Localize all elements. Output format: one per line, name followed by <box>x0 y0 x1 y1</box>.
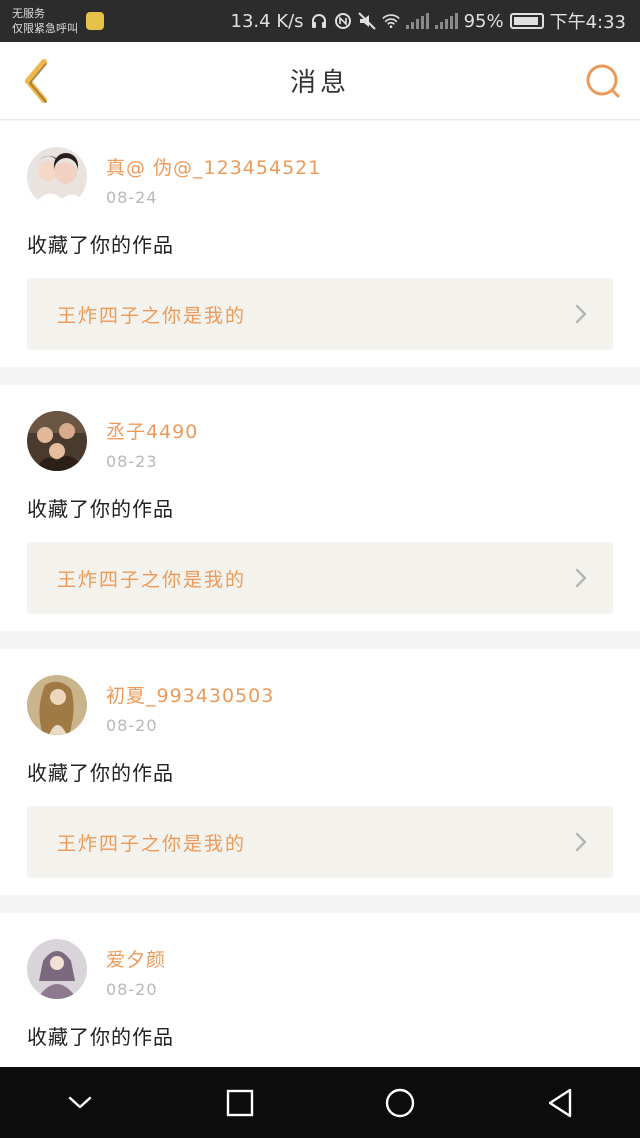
battery-icon <box>509 13 544 29</box>
avatar[interactable] <box>27 411 87 471</box>
work-title: 王炸四子之你是我的 <box>57 568 247 591</box>
message-header: 真@ 伪@_123454521 08-24 <box>27 147 613 207</box>
clock: 下午4:33 <box>549 12 626 33</box>
message-card: 爱夕颜 08-20 收藏了你的作品 <box>0 913 640 1067</box>
avatar[interactable] <box>27 147 87 207</box>
headphones-icon <box>310 12 328 30</box>
carrier-line-2: 仅限紧急呼叫 <box>12 22 78 35</box>
nfc-icon <box>334 12 352 30</box>
message-card: 丞子4490 08-23 收藏了你的作品 王炸四子之你是我的 <box>0 385 640 631</box>
username[interactable]: 真@ 伪@_123454521 <box>106 153 321 180</box>
username[interactable]: 丞子4490 <box>106 417 198 444</box>
status-bar: 无服务 仅限紧急呼叫 13.4 K/s 95% 下午4:33 <box>0 0 640 42</box>
recents-button[interactable] <box>210 1073 270 1133</box>
chevron-right-icon <box>575 304 587 324</box>
message-card: 初夏_993430503 08-20 收藏了你的作品 王炸四子之你是我的 <box>0 649 640 895</box>
chevron-right-icon <box>575 832 587 852</box>
back-icon <box>548 1088 572 1117</box>
search-button[interactable] <box>578 56 628 106</box>
message-date: 08-20 <box>106 980 158 999</box>
work-title: 王炸四子之你是我的 <box>57 832 247 855</box>
sim-icon <box>86 12 104 30</box>
username[interactable]: 初夏_993430503 <box>106 681 274 708</box>
home-icon <box>385 1088 415 1117</box>
home-button[interactable] <box>370 1073 430 1133</box>
status-right: 13.4 K/s 95% 下午4:33 <box>231 8 626 34</box>
screen: 无服务 仅限紧急呼叫 13.4 K/s 95% 下午4:33 消息 真@ 伪@_… <box>0 0 640 1138</box>
message-meta: 爱夕颜 08-20 <box>106 939 166 999</box>
status-left: 无服务 仅限紧急呼叫 <box>12 6 104 36</box>
system-nav-bar <box>0 1067 640 1138</box>
top-nav-bar: 消息 <box>0 42 640 120</box>
username[interactable]: 爱夕颜 <box>106 945 166 972</box>
message-header: 初夏_993430503 08-20 <box>27 675 613 735</box>
message-meta: 真@ 伪@_123454521 08-24 <box>106 147 321 207</box>
recents-icon <box>226 1089 254 1116</box>
collapse-button[interactable] <box>50 1073 110 1133</box>
carrier-info: 无服务 仅限紧急呼叫 <box>12 6 78 36</box>
message-card: 真@ 伪@_123454521 08-24 收藏了你的作品 王炸四子之你是我的 <box>0 121 640 367</box>
battery-percent: 95% <box>463 10 504 32</box>
chevron-right-icon <box>575 568 587 588</box>
network-speed: 13.4 K/s <box>230 10 304 32</box>
message-header: 丞子4490 08-23 <box>27 411 613 471</box>
message-date: 08-24 <box>106 188 158 207</box>
message-list[interactable]: 真@ 伪@_123454521 08-24 收藏了你的作品 王炸四子之你是我的 <box>0 121 640 1067</box>
signal-icon <box>405 13 429 29</box>
system-back-button[interactable] <box>530 1073 590 1133</box>
mute-icon <box>357 12 376 30</box>
avatar[interactable] <box>27 939 87 999</box>
wifi-icon <box>381 12 400 30</box>
message-date: 08-20 <box>106 716 158 735</box>
work-link[interactable]: 王炸四子之你是我的 <box>27 278 613 350</box>
avatar[interactable] <box>27 675 87 735</box>
message-date: 08-23 <box>106 452 158 471</box>
carrier-line-1: 无服务 <box>12 7 45 20</box>
page-title: 消息 <box>289 68 350 98</box>
work-link[interactable]: 王炸四子之你是我的 <box>27 542 613 614</box>
back-button[interactable] <box>12 56 62 106</box>
chevron-left-icon <box>25 59 47 103</box>
collapse-icon <box>68 1096 92 1108</box>
signal-icon <box>434 13 458 29</box>
message-header: 爱夕颜 08-20 <box>27 939 613 999</box>
action-text: 收藏了你的作品 <box>27 1025 174 1049</box>
message-meta: 初夏_993430503 08-20 <box>106 675 274 735</box>
search-icon <box>586 64 620 98</box>
work-title: 王炸四子之你是我的 <box>57 304 247 327</box>
action-text: 收藏了你的作品 <box>27 761 174 785</box>
action-text: 收藏了你的作品 <box>27 497 174 521</box>
message-meta: 丞子4490 08-23 <box>106 411 198 471</box>
action-text: 收藏了你的作品 <box>27 233 174 257</box>
work-link[interactable]: 王炸四子之你是我的 <box>27 806 613 878</box>
